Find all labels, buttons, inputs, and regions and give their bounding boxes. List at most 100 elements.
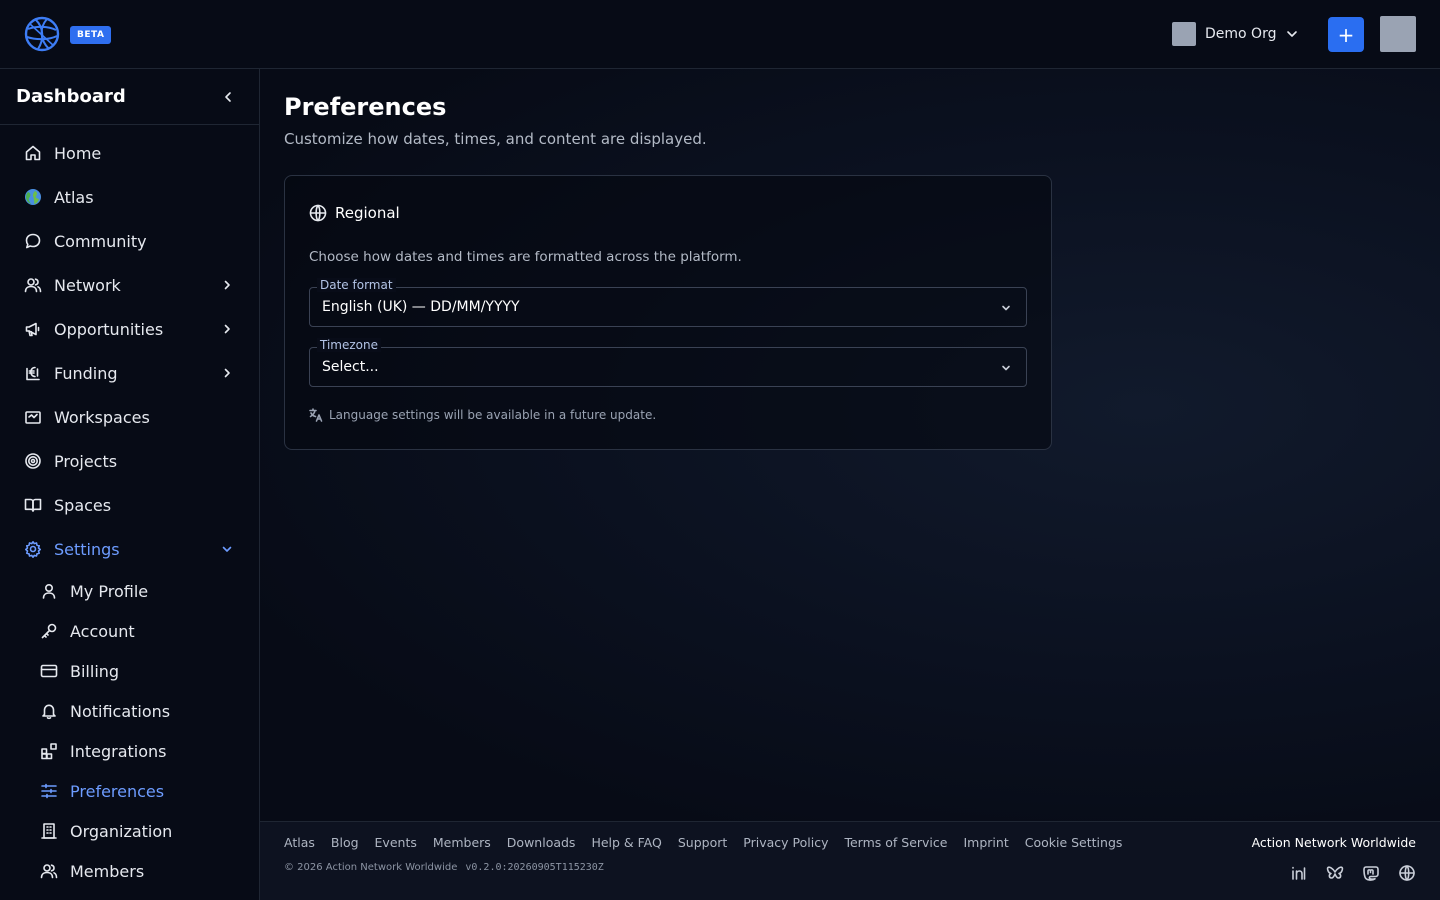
copyright-text: © 2026 Action Network Worldwide [284, 862, 458, 873]
sidebar-item-account[interactable]: Account [0, 611, 259, 651]
sidebar-item-home[interactable]: Home [0, 131, 259, 175]
footer-link-imprint[interactable]: Imprint [963, 835, 1008, 850]
sidebar-item-billing[interactable]: Billing [0, 651, 259, 691]
credit-card-icon [40, 664, 58, 678]
chat-bubble-icon [25, 233, 41, 249]
sidebar-item-label: Settings [54, 539, 120, 559]
card-description: Choose how dates and times are formatted… [309, 249, 742, 265]
footer-link-downloads[interactable]: Downloads [507, 835, 576, 850]
page-title: Preferences [284, 93, 447, 121]
sidebar-item-label: Integrations [70, 741, 167, 761]
sidebar-item-label: Funding [54, 363, 118, 383]
sidebar-item-label: Members [70, 861, 145, 881]
footer-link-events[interactable]: Events [375, 835, 417, 850]
create-button[interactable]: + [1328, 17, 1364, 52]
chevron-down-icon [1287, 31, 1298, 37]
sidebar: Dashboard Home Atlas Community Network O… [0, 69, 260, 900]
card-header: Regional [309, 204, 400, 222]
euro-coins-icon [26, 366, 40, 381]
timezone-label: Timezone [317, 338, 381, 352]
timezone-select[interactable]: Select... [309, 347, 1027, 387]
chevron-right-icon [224, 368, 230, 378]
footer-link-members[interactable]: Members [433, 835, 491, 850]
sidebar-item-preferences[interactable]: Preferences [0, 771, 259, 811]
bell-icon [42, 704, 56, 720]
sidebar-item-label: Community [54, 231, 147, 251]
sidebar-item-label: Spaces [54, 495, 112, 515]
date-format-select[interactable]: English (UK) — DD/MM/YYYY [309, 287, 1027, 327]
translate-icon [309, 408, 323, 422]
mastodon-icon[interactable] [1362, 864, 1380, 882]
globe-icon[interactable] [1398, 864, 1416, 882]
footer-copyright: © 2026 Action Network Worldwide v0.2.0:2… [284, 862, 604, 873]
sidebar-item-label: Home [54, 143, 102, 163]
date-format-field: English (UK) — DD/MM/YYYY Date format [309, 278, 1027, 327]
chevron-down-icon [1002, 365, 1010, 371]
language-note-text: Language settings will be available in a… [329, 408, 657, 422]
logo-globe-icon[interactable] [24, 16, 60, 52]
blocks-icon [41, 743, 57, 760]
sidebar-item-organization[interactable]: Organization [0, 811, 259, 851]
chevron-right-icon [224, 280, 230, 290]
sidebar-item-notifications[interactable]: Notifications [0, 691, 259, 731]
sidebar-item-members[interactable]: Members [0, 851, 259, 891]
org-name: Demo Org [1205, 26, 1277, 42]
date-format-value: English (UK) — DD/MM/YYYY [322, 299, 520, 315]
chevron-down-icon [1002, 305, 1010, 311]
sidebar-item-label: My Profile [70, 581, 149, 601]
sidebar-item-funding[interactable]: Funding [0, 351, 259, 395]
footer-link-atlas[interactable]: Atlas [284, 835, 315, 850]
users-icon [24, 278, 42, 293]
sidebar-item-network[interactable]: Network [0, 263, 259, 307]
footer-org-name: Action Network Worldwide [1251, 835, 1416, 850]
top-bar: BETA Demo Org + [0, 0, 1440, 69]
briefcase-icon [25, 411, 41, 424]
book-open-icon [24, 498, 42, 512]
sidebar-item-integrations[interactable]: Integrations [0, 731, 259, 771]
sidebar-item-label: Preferences [70, 781, 165, 801]
sidebar-item-opportunities[interactable]: Opportunities [0, 307, 259, 351]
sidebar-item-label: Network [54, 275, 121, 295]
sidebar-item-settings[interactable]: Settings [0, 527, 259, 571]
sidebar-item-label: Workspaces [54, 407, 150, 427]
collapse-sidebar-icon[interactable] [221, 90, 235, 104]
footer-link-support[interactable]: Support [678, 835, 727, 850]
sidebar-item-my-profile[interactable]: My Profile [0, 571, 259, 611]
sidebar-item-community[interactable]: Community [0, 219, 259, 263]
user-avatar[interactable] [1380, 16, 1416, 52]
user-icon [42, 583, 56, 599]
footer: Atlas Blog Events Members Downloads Help… [260, 821, 1440, 900]
footer-link-blog[interactable]: Blog [331, 835, 359, 850]
footer-link-cookie-settings[interactable]: Cookie Settings [1025, 835, 1123, 850]
megaphone-icon [25, 322, 40, 337]
sidebar-item-label: Account [70, 621, 135, 641]
sidebar-item-label: Notifications [70, 701, 171, 721]
key-icon [41, 623, 57, 639]
globe-emoji-icon [25, 189, 41, 205]
org-switcher[interactable]: Demo Org [1172, 22, 1299, 46]
sidebar-item-spaces[interactable]: Spaces [0, 483, 259, 527]
footer-link-help-faq[interactable]: Help & FAQ [591, 835, 661, 850]
sidebar-item-label: Projects [54, 451, 118, 471]
timezone-value: Select... [322, 359, 379, 375]
sidebar-item-atlas[interactable]: Atlas [0, 175, 259, 219]
sidebar-item-workspaces[interactable]: Workspaces [0, 395, 259, 439]
chevron-right-icon [224, 324, 230, 334]
sliders-icon [41, 783, 57, 799]
sidebar-item-label: Organization [70, 821, 173, 841]
sidebar-title: Dashboard [16, 86, 126, 107]
users-icon [40, 864, 58, 879]
social-links [1290, 864, 1416, 882]
target-icon [25, 453, 41, 469]
version-text: v0.2.0:20260905T115230Z [465, 862, 604, 873]
globe-icon [309, 204, 327, 222]
linkedin-icon[interactable] [1290, 864, 1308, 882]
bluesky-icon[interactable] [1326, 864, 1344, 882]
sidebar-item-projects[interactable]: Projects [0, 439, 259, 483]
home-icon [25, 145, 41, 161]
footer-links: Atlas Blog Events Members Downloads Help… [284, 835, 1122, 850]
date-format-label: Date format [317, 278, 396, 292]
footer-link-terms[interactable]: Terms of Service [844, 835, 947, 850]
plus-icon: + [1337, 22, 1355, 47]
footer-link-privacy[interactable]: Privacy Policy [743, 835, 828, 850]
